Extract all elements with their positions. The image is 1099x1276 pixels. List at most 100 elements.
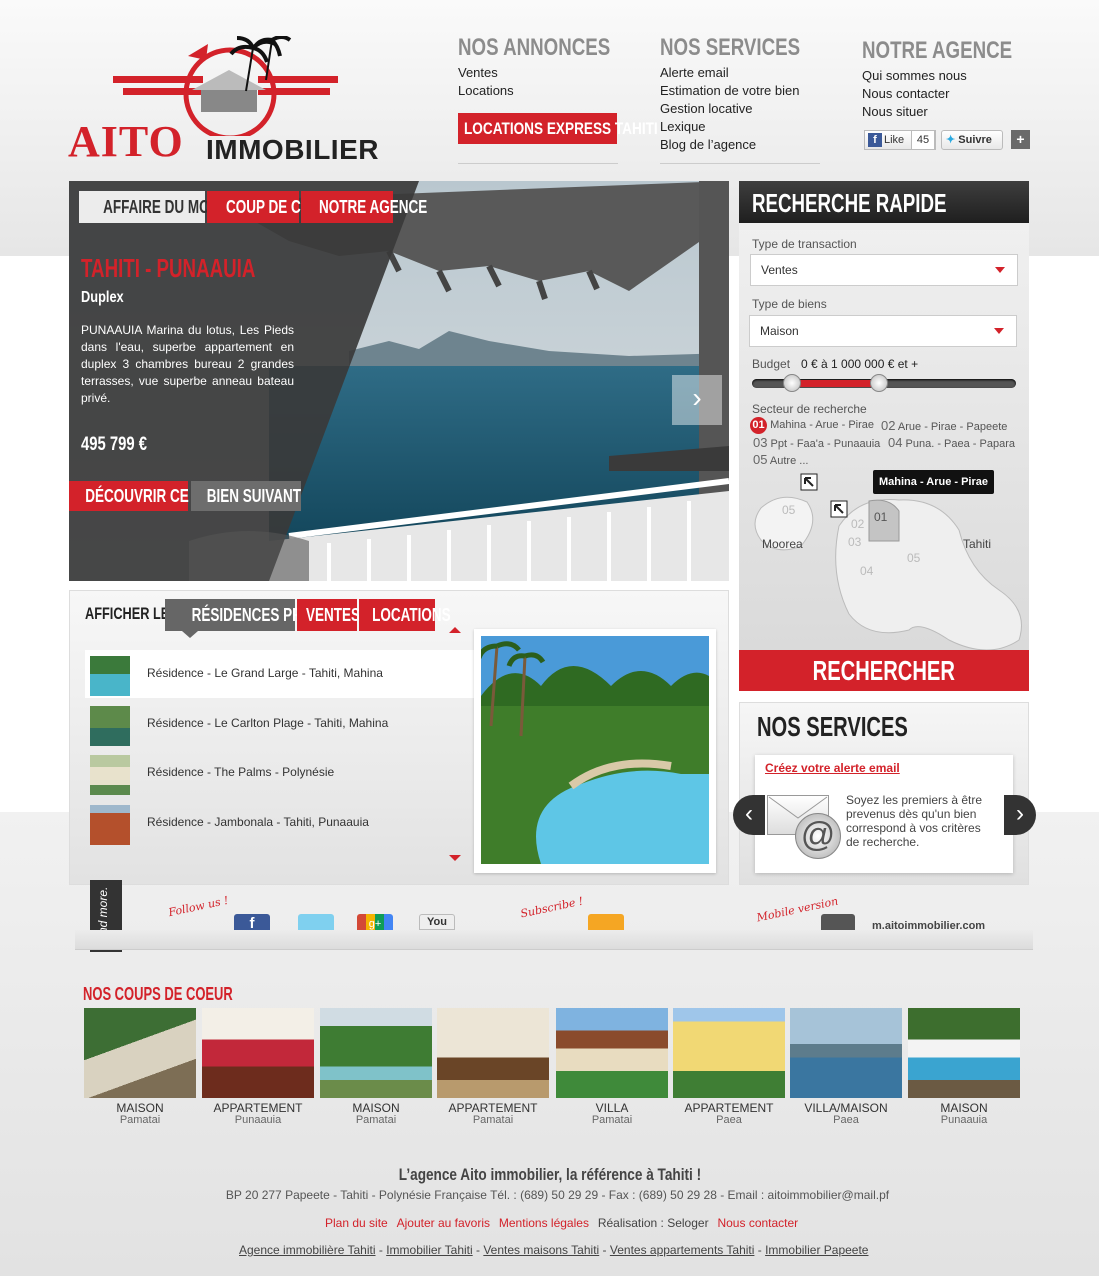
pool-photo bbox=[476, 636, 709, 864]
locations-express-button[interactable]: LOCATIONS EXPRESS TAHITI bbox=[458, 113, 658, 144]
favorite-item[interactable]: APPARTEMENT Paea bbox=[673, 1008, 785, 1126]
like-count: 45 bbox=[911, 130, 935, 150]
footer-tagline-row: L’agence Aito immobilier, la référence à… bbox=[0, 1165, 1099, 1185]
logo[interactable]: AITO IMMOBILIER bbox=[68, 36, 388, 166]
map-tooltip: Mahina - Arue - Pirae bbox=[873, 470, 995, 494]
discover-button[interactable]: DÉCOUVRIR CE BIEN bbox=[69, 481, 225, 511]
sector-03[interactable]: 03 Ppt - Faa'a - Punaauia bbox=[753, 435, 880, 450]
facebook-like-button[interactable]: f Like 45 bbox=[864, 130, 936, 150]
seo-link[interactable]: Immobilier Tahiti bbox=[386, 1243, 472, 1257]
map-moorea-label: Moorea bbox=[762, 537, 803, 551]
sitemap-link[interactable]: Plan du site bbox=[325, 1216, 388, 1230]
favorite-item[interactable]: APPARTEMENT Punaauia bbox=[202, 1008, 314, 1126]
favorite-item[interactable]: MAISON Punaauia bbox=[908, 1008, 1020, 1126]
favorite-item[interactable]: VILLA/MAISON Paea bbox=[790, 1008, 902, 1126]
list-item[interactable]: Résidence - Jambonala - Tahiti, Punaauia bbox=[85, 799, 475, 847]
youtube-icon[interactable]: You bbox=[419, 914, 455, 930]
services-title: NOS SERVICES bbox=[757, 711, 908, 742]
twitter-follow-button[interactable]: ✦ Suivre bbox=[941, 130, 1003, 150]
chevron-down-icon bbox=[995, 267, 1005, 273]
map-moorea-zone: 05 bbox=[782, 503, 796, 517]
map-zone-02[interactable]: 02 bbox=[851, 517, 864, 531]
favorite-item[interactable]: MAISON Pamatai bbox=[320, 1008, 432, 1126]
legal-link[interactable]: Mentions légales bbox=[499, 1216, 589, 1230]
scroll-down-icon[interactable] bbox=[449, 855, 461, 861]
sector-05[interactable]: 05 Autre ... bbox=[753, 452, 808, 467]
seo-link[interactable]: Ventes appartements Tahiti bbox=[610, 1243, 755, 1257]
budget-min-handle[interactable] bbox=[782, 374, 801, 392]
budget-range-fill bbox=[791, 380, 879, 387]
favorite-item[interactable]: MAISON Pamatai bbox=[84, 1008, 196, 1126]
hero-slider: AFFAIRE DU MOMENT COUP DE COEUR NOTRE AG… bbox=[69, 181, 729, 581]
list-item[interactable]: Résidence - Le Carlton Plage - Tahiti, M… bbox=[85, 700, 475, 748]
nav-link-lexique[interactable]: Lexique bbox=[660, 118, 840, 136]
logo-word: AITO bbox=[68, 117, 184, 166]
hero-location: TAHITI - PUNAAUIA bbox=[81, 253, 256, 283]
footer-tagline: L’agence Aito immobilier, la référence à… bbox=[398, 1165, 701, 1184]
nav-agence: NOTRE AGENCE Qui sommes nous Nous contac… bbox=[862, 37, 1054, 121]
quick-search-panel: RECHERCHE RAPIDE Type de transaction Ven… bbox=[739, 181, 1029, 691]
favorite-item[interactable]: APPARTEMENT Pamatai bbox=[437, 1008, 549, 1126]
tab-locations[interactable]: LOCATIONS bbox=[359, 599, 451, 631]
mobile-icon[interactable] bbox=[821, 914, 855, 930]
listing-thumbnail bbox=[90, 656, 130, 696]
facebook-icon: f bbox=[868, 133, 882, 147]
next-property-button[interactable]: BIEN SUIVANT bbox=[191, 481, 301, 511]
scroll-up-icon[interactable] bbox=[449, 627, 461, 633]
listing-preview-image[interactable] bbox=[474, 629, 716, 873]
sector-04[interactable]: 04 Puna. - Paea - Papara bbox=[888, 435, 1015, 450]
seo-link[interactable]: Immobilier Papeete bbox=[765, 1243, 868, 1257]
nav-link-estimation[interactable]: Estimation de votre bien bbox=[660, 82, 840, 100]
nav-link-gestion[interactable]: Gestion locative bbox=[660, 100, 840, 118]
contact-link[interactable]: Nous contacter bbox=[717, 1216, 798, 1230]
map-zone-05[interactable]: 05 bbox=[907, 551, 920, 565]
twitter-icon[interactable] bbox=[298, 914, 334, 930]
coups-title: NOS COUPS DE COEUR bbox=[83, 984, 233, 1004]
listing-thumbnail bbox=[90, 805, 130, 845]
biens-select[interactable]: Maison bbox=[749, 315, 1017, 347]
nav-link-alerte[interactable]: Alerte email bbox=[660, 64, 840, 82]
footer-address: BP 20 277 Papeete - Tahiti - Polynésie F… bbox=[225, 1188, 890, 1202]
slider-next-arrow[interactable]: › bbox=[672, 375, 722, 425]
nav-annonces: NOS ANNONCES Ventes Locations bbox=[458, 34, 653, 100]
twitter-icon: ✦ bbox=[946, 134, 956, 146]
seo-link[interactable]: Agence immobilière Tahiti bbox=[239, 1243, 376, 1257]
map-zone-03[interactable]: 03 bbox=[848, 535, 861, 549]
tab-affaire-du-moment[interactable]: AFFAIRE DU MOMENT bbox=[79, 191, 248, 223]
service-description: Soyez les premiers à être prevenus dès q… bbox=[846, 793, 983, 849]
map-zone-04[interactable]: 04 bbox=[860, 564, 873, 578]
favorite-item[interactable]: VILLA Pamatai bbox=[556, 1008, 668, 1126]
nav-link-contacter[interactable]: Nous contacter bbox=[862, 85, 1054, 103]
transaction-select[interactable]: Ventes bbox=[750, 254, 1018, 286]
tab-coup-de-coeur[interactable]: COUP DE COEUR bbox=[207, 191, 340, 223]
facebook-icon[interactable]: f bbox=[234, 914, 270, 932]
divider bbox=[458, 163, 618, 164]
sector-01[interactable]: 01 Mahina - Arue - Pirae bbox=[750, 417, 874, 434]
social-shelf bbox=[75, 930, 1033, 950]
sector-02[interactable]: 02 Arue - Pirae - Papeete bbox=[881, 418, 1007, 433]
map-zone-01[interactable]: 01 bbox=[874, 510, 887, 524]
email-alert-link[interactable]: Créez votre alerte email bbox=[765, 761, 900, 775]
list-item[interactable]: Résidence - Le Grand Large - Tahiti, Mah… bbox=[85, 650, 475, 698]
share-plus-button[interactable]: + bbox=[1011, 130, 1030, 149]
service-card: Créez votre alerte email @ Soyez les pre… bbox=[755, 755, 1013, 873]
services-panel: NOS SERVICES Créez votre alerte email @ … bbox=[739, 702, 1029, 885]
tab-residences-prestige[interactable]: RÉSIDENCES PRESTIGE bbox=[165, 599, 351, 631]
add-favorite-link[interactable]: Ajouter au favoris bbox=[397, 1216, 490, 1230]
list-item[interactable]: Résidence - The Palms - Polynésie bbox=[85, 749, 475, 797]
google-plus-icon[interactable]: g+ bbox=[357, 914, 393, 930]
nav-link-ventes[interactable]: Ventes bbox=[458, 64, 653, 82]
search-submit-button[interactable]: RECHERCHER bbox=[739, 650, 1029, 691]
budget-max-handle[interactable] bbox=[869, 374, 888, 392]
services-prev-arrow[interactable]: ‹ bbox=[733, 795, 765, 835]
budget-slider[interactable] bbox=[752, 374, 1016, 392]
rss-icon[interactable] bbox=[588, 914, 624, 930]
nav-link-qui[interactable]: Qui sommes nous bbox=[862, 67, 1054, 85]
nav-link-blog[interactable]: Blog de l’agence bbox=[660, 136, 840, 154]
tab-ventes[interactable]: VENTES bbox=[297, 599, 360, 631]
nav-link-locations[interactable]: Locations bbox=[458, 82, 653, 100]
map-tahiti-label: Tahiti bbox=[963, 537, 992, 551]
tab-notre-agence[interactable]: NOTRE AGENCE bbox=[301, 191, 427, 223]
nav-link-situer[interactable]: Nous situer bbox=[862, 103, 1054, 121]
seo-link[interactable]: Ventes maisons Tahiti bbox=[483, 1243, 599, 1257]
